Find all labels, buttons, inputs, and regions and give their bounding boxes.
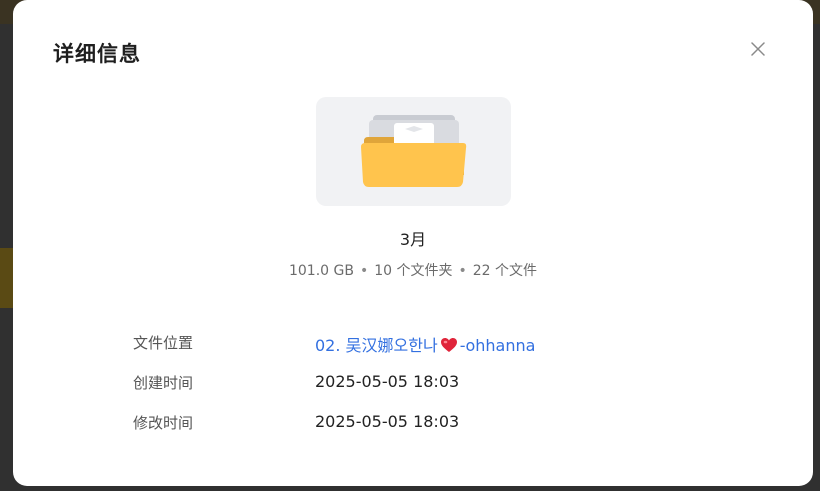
folder-size: 101.0 GB	[288, 263, 354, 279]
created-value: 2025-05-05 18:03	[315, 372, 460, 391]
close-icon	[751, 42, 765, 56]
location-suffix: -ohhanna	[459, 336, 536, 355]
location-label: 文件位置	[133, 334, 194, 352]
location-row: 文件位置 02. 吴汉娜오한나 -ohhanna	[133, 332, 733, 356]
modified-label: 修改时间	[133, 414, 194, 432]
folder-count: 10 个文件夹	[374, 263, 453, 279]
close-button[interactable]	[746, 37, 770, 61]
folder-thumbnail	[316, 97, 511, 206]
location-text: 02. 吴汉娜오한나	[315, 336, 438, 355]
separator-dot: •	[359, 263, 369, 279]
folder-name: 3月	[399, 230, 427, 249]
dialog-title: 详细信息	[53, 42, 141, 66]
background-selection	[0, 248, 14, 308]
created-label: 创建时间	[133, 374, 194, 392]
separator-dot: •	[458, 263, 467, 279]
modified-value: 2025-05-05 18:03	[315, 412, 460, 431]
modified-row: 修改时间 2025-05-05 18:03	[133, 412, 733, 434]
created-row: 创建时间 2025-05-05 18:03	[133, 372, 733, 394]
red-heart-icon	[440, 338, 457, 352]
file-count: 22 个文件	[472, 263, 538, 279]
location-link[interactable]: 02. 吴汉娜오한나 -ohhanna	[315, 332, 535, 356]
folder-summary: 101.0 GB • 10 个文件夹 • 22 个文件	[13, 260, 813, 280]
folder-icon	[361, 115, 467, 187]
details-dialog: 详细信息 3月 101.0 GB • 10 个文件夹 • 22 个文件 文件位置 02.…	[13, 0, 813, 486]
